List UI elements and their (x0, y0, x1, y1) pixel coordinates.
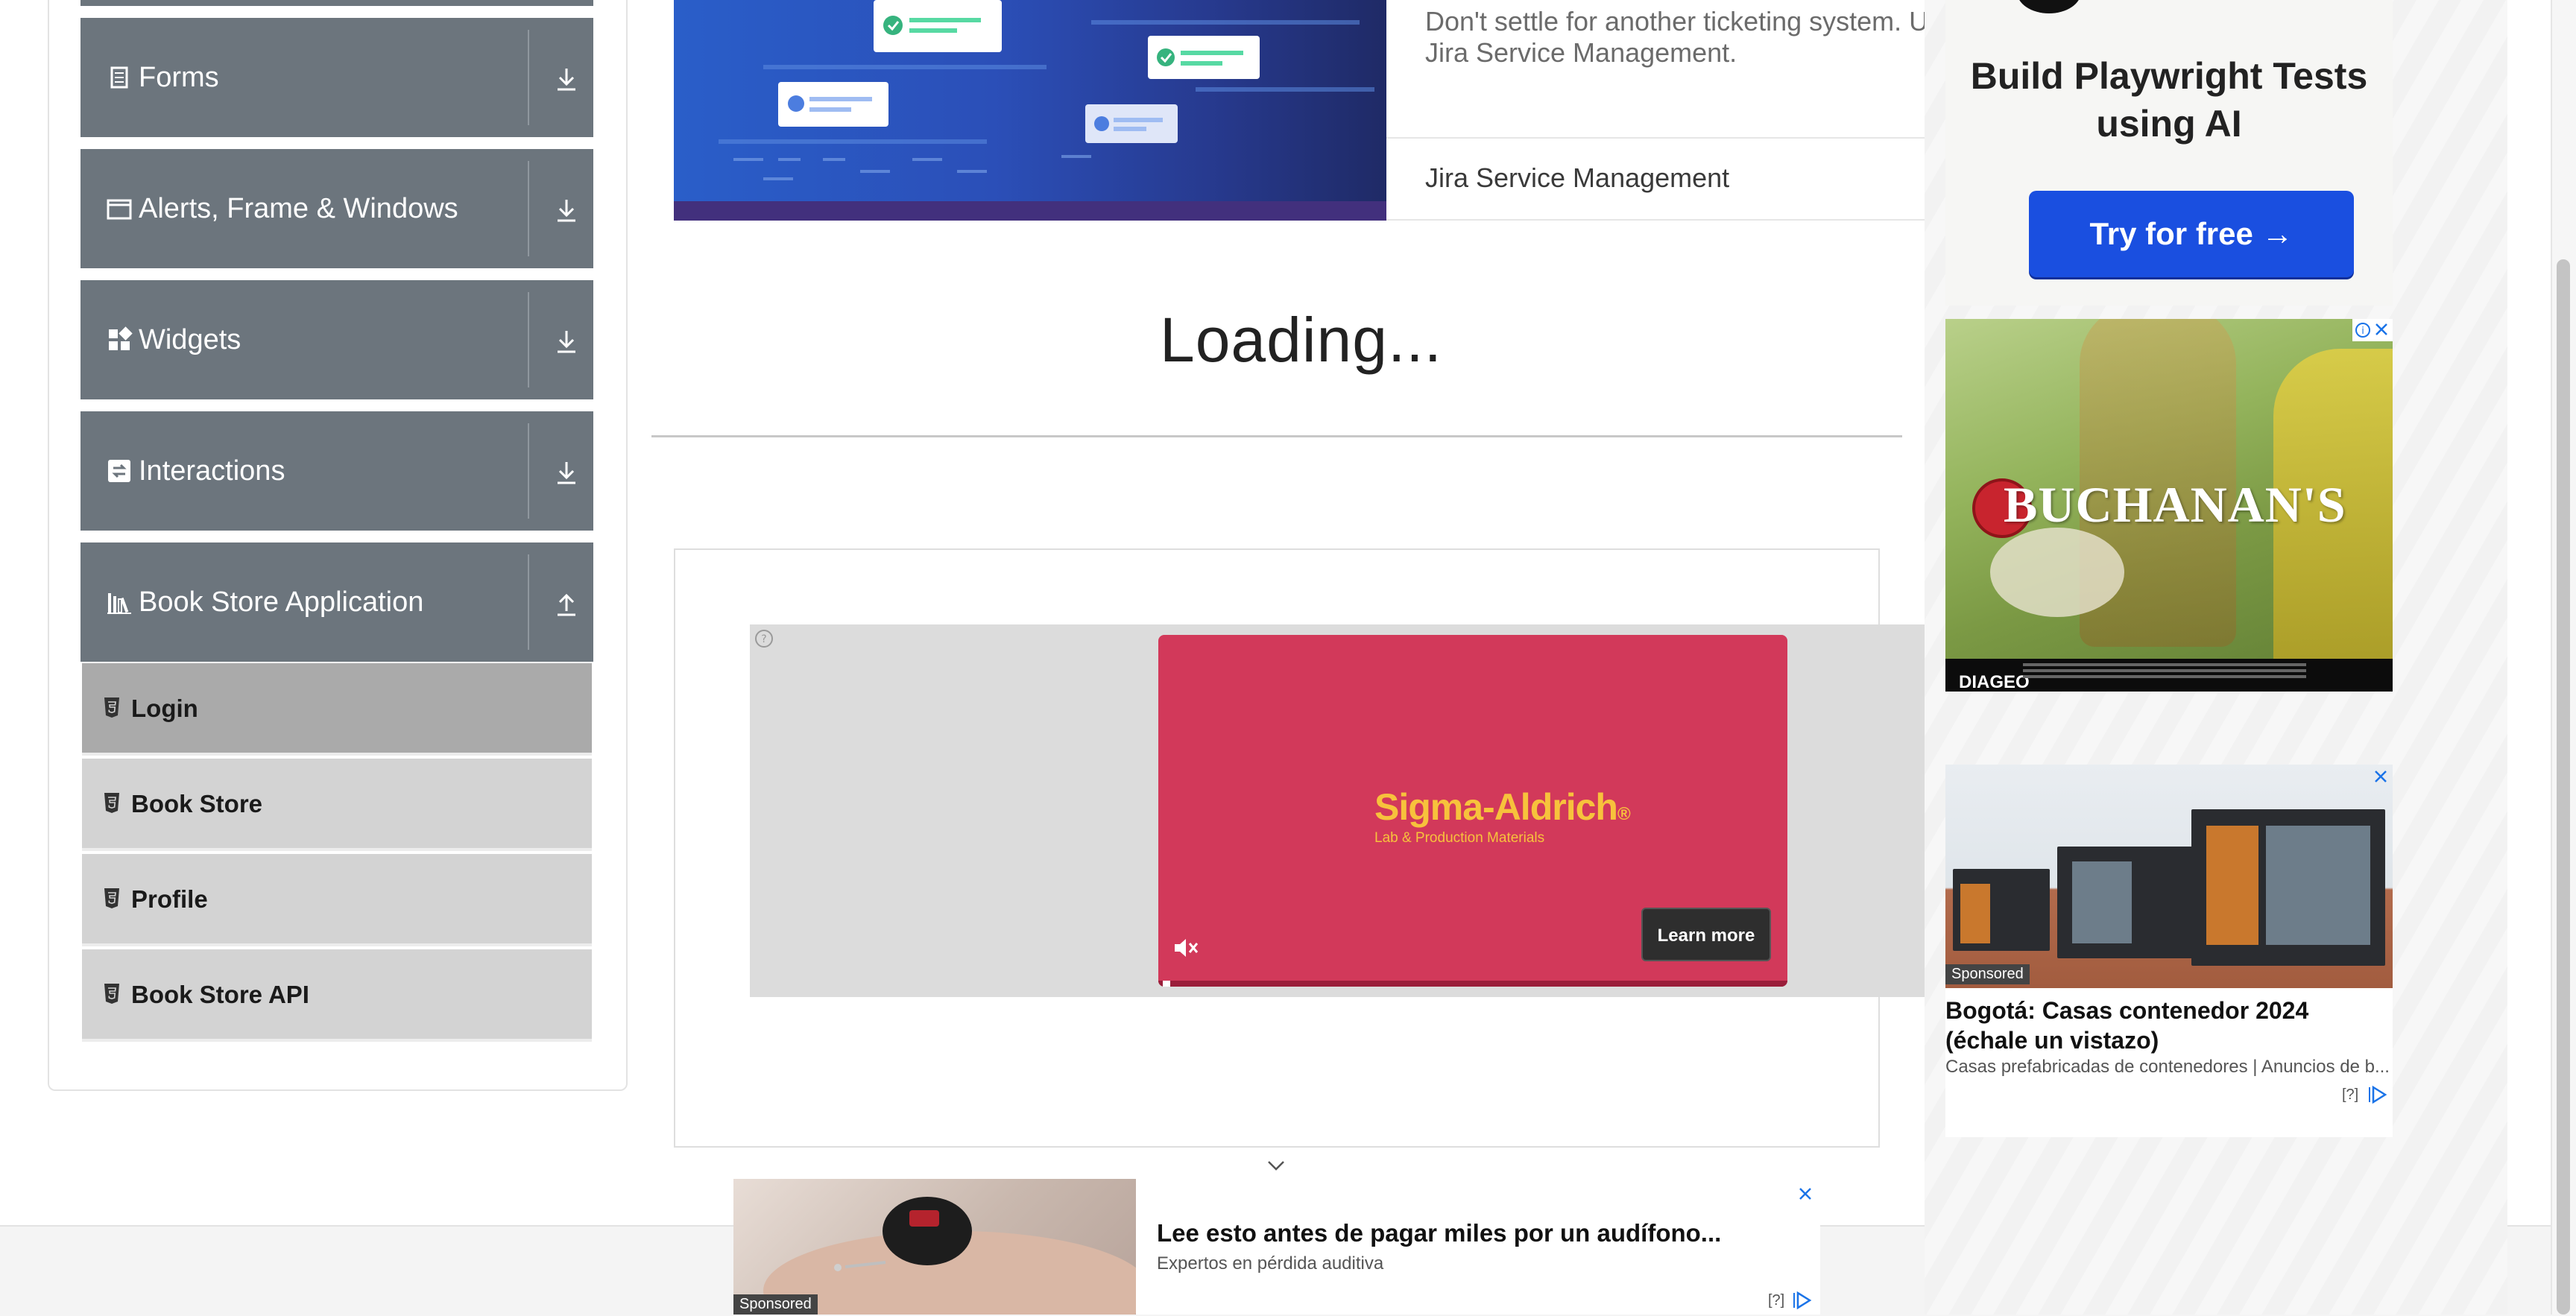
upload-icon[interactable] (552, 589, 581, 619)
legal-footer: DIAGEO (1945, 659, 2393, 692)
try-for-free-button[interactable]: Try for free → (2029, 191, 2354, 277)
ad-title[interactable]: Bogotá: Casas contenedor 2024 (échale un… (1945, 996, 2393, 1055)
svg-text:?: ? (761, 633, 766, 645)
html5-icon (104, 793, 119, 813)
ad-help-link[interactable]: [?] (2342, 1086, 2358, 1104)
sidebar-group-label: Forms (139, 62, 219, 93)
wood-panel (1960, 884, 1990, 943)
sidebar-group-label: Book Store Application (139, 586, 424, 618)
diageo-logo: DIAGEO (1959, 672, 2030, 692)
horizontal-rule (651, 435, 1902, 437)
bookshelf-icon (107, 593, 131, 614)
sidebar-group-book-store-application[interactable]: Book Store Application (80, 542, 593, 662)
ad-controls[interactable]: i (2352, 319, 2393, 341)
sidebar-group-label: Interactions (139, 455, 285, 487)
sponsored-badge: Sponsored (733, 1294, 818, 1315)
form-icon (110, 66, 128, 89)
jira-ad-description: Don't settle for another ticketing syste… (1425, 6, 1929, 68)
window-icon (107, 199, 132, 220)
ad-headline[interactable]: Lee esto antes de pagar miles por un aud… (1157, 1219, 1721, 1247)
sidebar-item-book-store-api[interactable]: Book Store API (82, 949, 592, 1042)
playwright-ad[interactable]: Build Playwright Tests using AI Try for … (1945, 0, 2393, 306)
playwright-logo (2017, 0, 2081, 13)
svg-text:i: i (2361, 326, 2364, 337)
jira-ad-image (674, 0, 1386, 221)
sidebar-item-profile[interactable]: Profile (82, 854, 592, 946)
container-houses-image (1945, 765, 2393, 988)
sidebar-item-book-store[interactable]: Book Store (82, 759, 592, 851)
sidebar-group-alerts-frame-windows[interactable]: Alerts, Frame & Windows (80, 149, 593, 268)
sidebar-group-widgets[interactable]: Widgets (80, 280, 593, 399)
adchoices-icon[interactable] (1792, 1291, 1813, 1310)
sidebar-item-label: Book Store (131, 790, 263, 817)
html5-icon (104, 888, 119, 908)
widgets-icon (109, 326, 133, 350)
sidebar-item-login[interactable]: Login (82, 663, 592, 756)
adchoices-icon[interactable] (2367, 1085, 2388, 1104)
sidebar-group-label: Widgets (139, 324, 242, 355)
ticket-illustration (719, 0, 1374, 180)
sidebar-item-label: Book Store API (131, 981, 309, 1008)
html5-icon (104, 984, 119, 1004)
close-icon[interactable] (1795, 1183, 1816, 1204)
jira-ad-accent-bar (674, 201, 1386, 221)
download-icon[interactable] (552, 64, 581, 94)
mute-icon[interactable] (1170, 933, 1200, 963)
ad-info-icon[interactable]: ? (754, 629, 774, 648)
sidebar-group-elements-bottom[interactable] (80, 0, 593, 6)
buchanans-brand: BUCHANAN'S (2004, 476, 2346, 533)
sigma-brand: Sigma-Aldrich® (1374, 785, 1631, 829)
sidebar-group-label: Alerts, Frame & Windows (139, 193, 458, 224)
sigma-tagline: Lab & Production Materials (1374, 830, 1545, 846)
legal-fine-print (2023, 663, 2306, 666)
sponsored-badge: Sponsored (1945, 964, 2030, 984)
jira-ad-source[interactable]: Jira Service Management (1425, 162, 1729, 194)
scrollbar-thumb[interactable] (2557, 259, 2570, 1315)
divider (528, 292, 529, 387)
download-icon[interactable] (552, 195, 581, 225)
chevron-down-icon[interactable] (1264, 1154, 1288, 1177)
divider (528, 161, 529, 256)
loading-text: Loading... (1160, 305, 1442, 375)
sigma-brand-mark: ® (1617, 804, 1631, 824)
ad-advertiser: Expertos en pérdida auditiva (1157, 1253, 1384, 1274)
hearing-aid-image: Sponsored (733, 1179, 1136, 1315)
video-progress-bar[interactable] (1158, 981, 1787, 987)
sidebar-item-label: Profile (131, 885, 208, 913)
divider (528, 554, 529, 650)
divider (1386, 219, 1926, 221)
right-ad-sidebar: Build Playwright Tests using AI Try for … (1925, 0, 2507, 1315)
sigma-brand-name: Sigma-Aldrich (1374, 786, 1618, 828)
adchoices-close-icon[interactable]: i (2352, 319, 2393, 341)
food-plate-image (1990, 528, 2124, 617)
video-ad[interactable]: ? Sigma-Aldrich® Lab & Production Materi… (750, 624, 1925, 997)
divider (1386, 137, 1926, 139)
video-progress-handle[interactable] (1163, 981, 1170, 987)
learn-more-button[interactable]: Learn more (1641, 908, 1771, 961)
glass-panel (2266, 826, 2370, 945)
html5-icon (104, 697, 119, 718)
bottom-sponsored-ad[interactable]: Sponsored Lee esto antes de pagar miles … (733, 1179, 1820, 1315)
interactions-icon (108, 460, 130, 482)
ad-help-link[interactable]: [?] (1768, 1292, 1784, 1309)
wood-panel (2206, 826, 2258, 945)
casas-contenedor-ad[interactable]: Sponsored Bogotá: Casas contenedor 2024 … (1945, 765, 2393, 1137)
sidebar-item-label: Login (131, 695, 198, 722)
divider (528, 423, 529, 519)
download-icon[interactable] (552, 326, 581, 356)
ad-subtitle: Casas prefabricadas de contenedores | An… (1945, 1057, 2390, 1077)
buchanans-ad[interactable]: BUCHANAN'S DIAGEO i (1945, 319, 2393, 692)
sidebar-group-forms[interactable]: Forms (80, 18, 593, 137)
glass-panel (2072, 861, 2132, 943)
divider (528, 30, 529, 125)
download-icon[interactable] (552, 458, 581, 487)
sidebar-group-interactions[interactable]: Interactions (80, 411, 593, 531)
jira-ad[interactable]: Don't settle for another ticketing syste… (674, 0, 1928, 221)
playwright-ad-headline: Build Playwright Tests using AI (1970, 55, 2368, 145)
sigma-aldrich-ad[interactable]: Sigma-Aldrich® Lab & Production Material… (1158, 635, 1787, 987)
close-icon[interactable] (2372, 768, 2390, 785)
